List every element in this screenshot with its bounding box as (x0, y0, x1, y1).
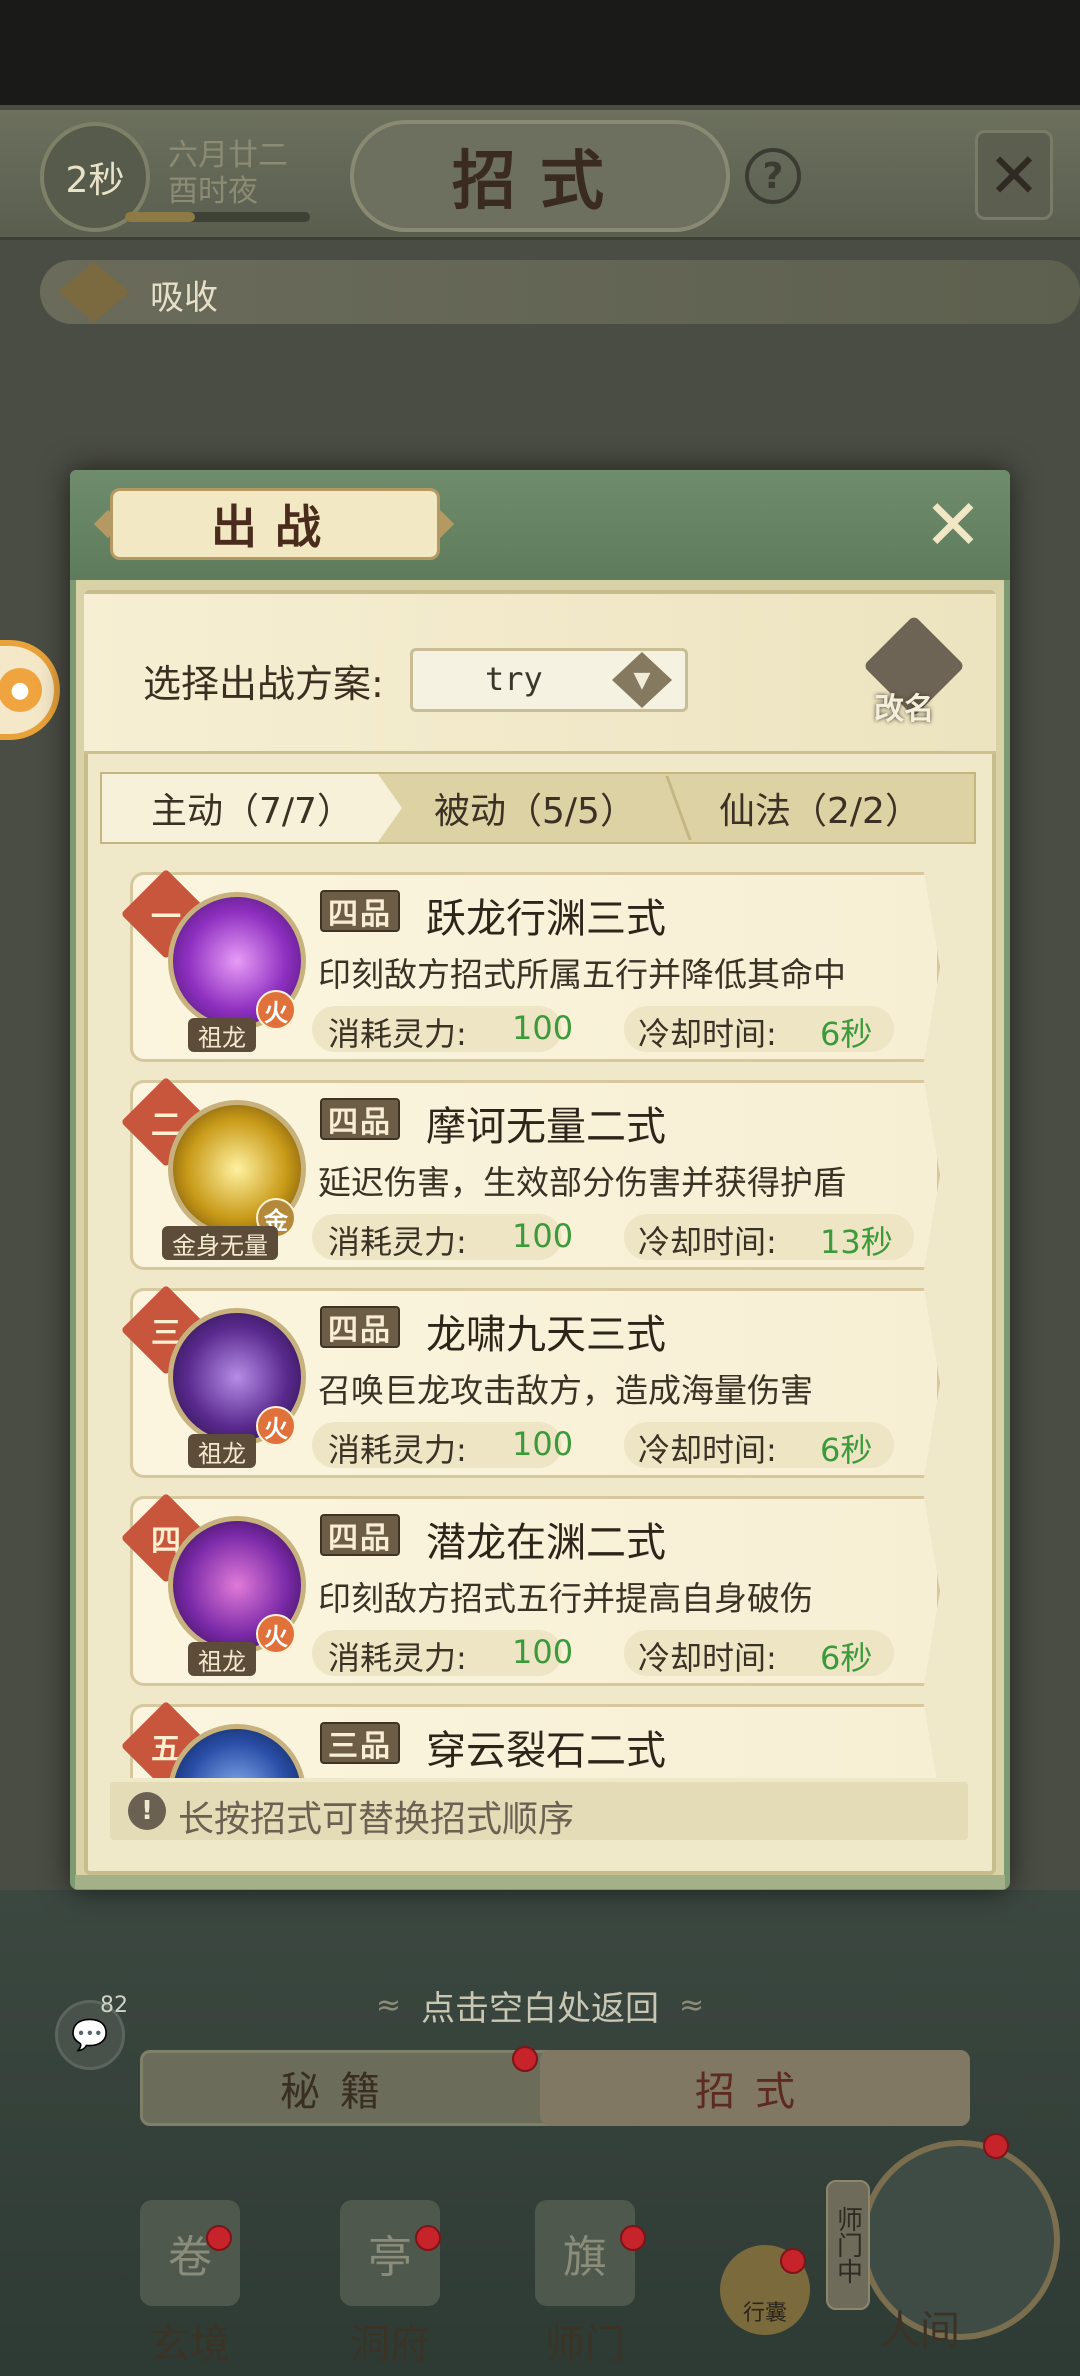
tab-secret-books[interactable]: 秘籍 (140, 2050, 540, 2126)
close-icon: ✕ (923, 484, 983, 566)
fire-element-icon: 火 (256, 1614, 296, 1654)
notification-dot (206, 2225, 232, 2251)
pavilion-icon: 亭 (340, 2200, 440, 2306)
absorb-label: 吸收 (150, 278, 218, 318)
bag-label: 行囊 (742, 2301, 787, 2326)
back-hint[interactable]: ≈ 点击空白处返回 ≈ (0, 1980, 1080, 2030)
notification-dot (620, 2225, 646, 2251)
skill-list[interactable]: 一 火 祖龙 四品 跃龙行渊三式 印刻敌方招式所属五行并降低其命中 消耗灵力: … (84, 860, 996, 1778)
skill-name: 穿云裂石二式 (426, 1728, 666, 1774)
sect-status-badge: 师门中 (826, 2180, 870, 2310)
cost-value: 100 (512, 1009, 574, 1047)
cost-label: 消耗灵力: (328, 1015, 467, 1053)
plan-label: 选择出战方案: (143, 662, 384, 706)
rename-label: 改名 (874, 692, 934, 727)
grade-badge: 四品 (320, 890, 400, 932)
banner-icon: 旗 (535, 2200, 635, 2306)
notification-dot (983, 2133, 1009, 2159)
footer-note-text: 长按招式可替换招式顺序 (178, 1799, 575, 1840)
cloud-right-icon: ≈ (679, 1987, 705, 2023)
skill-name: 跃龙行渊三式 (426, 896, 666, 942)
skill-name: 摩诃无量二式 (426, 1104, 666, 1150)
cloud-left-icon: ≈ (375, 1987, 401, 2023)
info-icon: ! (128, 1792, 166, 1830)
skill-description: 召唤巨龙攻击敌方，造成海量伤害 (318, 1371, 813, 1410)
cooldown-label: 冷却时间: (638, 1639, 777, 1677)
plan-select-value: try (485, 660, 543, 698)
tab-active-skills[interactable]: 主动（7/7） (102, 774, 402, 842)
skill-name: 龙啸九天三式 (426, 1312, 666, 1358)
skill-description: 印刻敌方招式五行并提高自身破伤 (318, 1579, 813, 1618)
cooldown-label: 冷却时间: (638, 1223, 777, 1261)
notification-dot (512, 2046, 538, 2072)
fire-element-icon: 火 (256, 990, 296, 1030)
close-icon: ✕ (988, 138, 1040, 212)
cost-label: 消耗灵力: (328, 1223, 467, 1261)
fire-element-icon: 火 (256, 1406, 296, 1446)
grade-badge: 四品 (320, 1098, 400, 1140)
notification-dot (415, 2225, 441, 2251)
notification-dot (780, 2248, 806, 2274)
skill-description: 延迟伤害，生效部分伤害并获得护盾 (318, 1163, 846, 1202)
grade-badge: 四品 (320, 1514, 400, 1556)
modal-bottom-edge (75, 1875, 1005, 1889)
status-bar (0, 0, 1080, 105)
nav-world-label: 人间 (880, 2308, 960, 2354)
chat-icon: 💬 (71, 2017, 109, 2053)
progress-fill (125, 212, 196, 222)
skill-set-tag: 祖龙 (188, 1434, 256, 1468)
modal-title: 出战 (110, 488, 440, 560)
scroll-icon: 卷 (140, 2200, 240, 2306)
cost-label: 消耗灵力: (328, 1639, 467, 1677)
grade-badge: 三品 (320, 1722, 400, 1764)
gamepad-icon: ● (0, 668, 42, 712)
tab-passive-skills[interactable]: 被动（5/5） (390, 774, 680, 842)
cooldown-value: 13秒 (820, 1223, 893, 1261)
skill-name: 潜龙在渊二式 (426, 1520, 666, 1566)
nav-item-cave[interactable]: 亭 洞府 (315, 2200, 465, 2370)
cost-label: 消耗灵力: (328, 1431, 467, 1469)
cooldown-value: 6秒 (820, 1015, 873, 1053)
back-hint-text: 点击空白处返回 (421, 1988, 659, 2029)
cooldown-label: 冷却时间: (638, 1015, 777, 1053)
skill-set-tag: 祖龙 (188, 1642, 256, 1676)
nav-item-realm[interactable]: 卷 玄境 (115, 2200, 265, 2370)
close-page-button[interactable]: ✕ (975, 130, 1053, 220)
cost-value: 100 (512, 1425, 574, 1463)
cooldown-value: 6秒 (820, 1431, 873, 1469)
nav-label: 师门 (545, 2322, 625, 2368)
tab-moves[interactable]: 招式 (540, 2050, 970, 2126)
grade-badge: 四品 (320, 1306, 400, 1348)
help-button[interactable]: ? (745, 148, 801, 204)
modal-close-button[interactable]: ✕ (918, 484, 988, 566)
cost-value: 100 (512, 1633, 574, 1671)
chat-count: 82 (100, 1993, 128, 2018)
time-of-day-label: 酉时夜 (168, 174, 258, 209)
page-title: 招式 (350, 120, 730, 232)
skill-description: 印刻敌方招式所属五行并降低其命中 (318, 955, 846, 994)
skill-set-tag: 祖龙 (188, 1018, 256, 1052)
cost-value: 100 (512, 1217, 574, 1255)
nav-label: 玄境 (150, 2322, 230, 2368)
cooldown-value: 6秒 (820, 1639, 873, 1677)
nav-label: 洞府 (350, 2322, 430, 2368)
cooldown-label: 冷却时间: (638, 1431, 777, 1469)
tab-magic-skills[interactable]: 仙法（2/2） (670, 774, 970, 842)
skill-set-tag: 金身无量 (162, 1226, 278, 1260)
